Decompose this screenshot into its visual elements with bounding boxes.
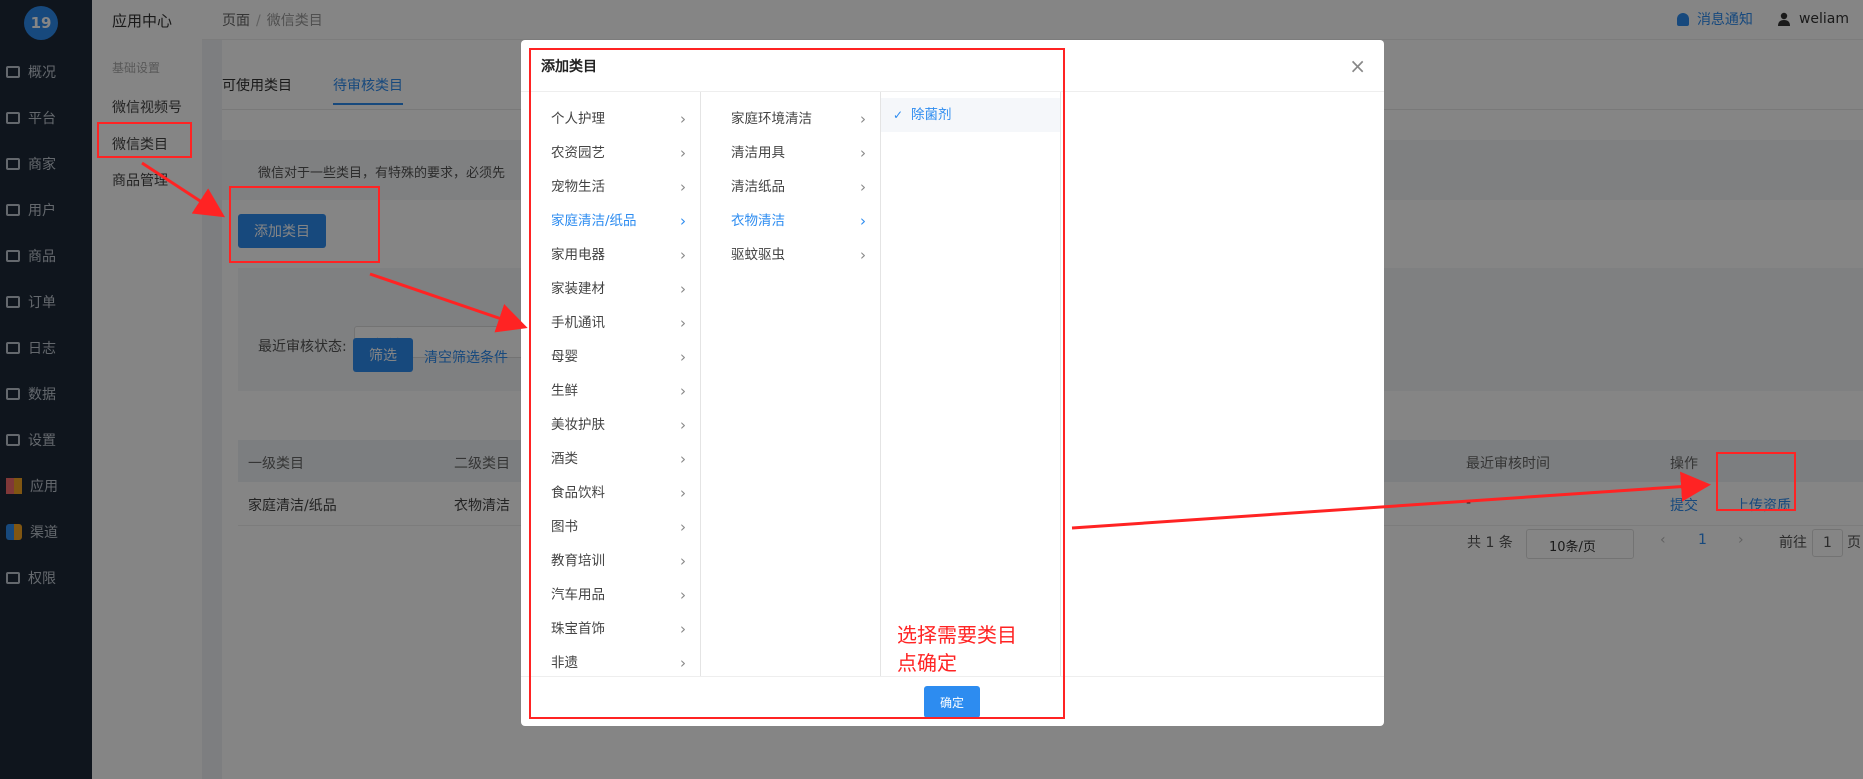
- arrow-to-dialog: [369, 272, 528, 333]
- annotation-arrows: [141, 161, 1711, 530]
- arrow-to-add-button: [141, 161, 226, 218]
- arrow-to-upload: [1071, 471, 1711, 530]
